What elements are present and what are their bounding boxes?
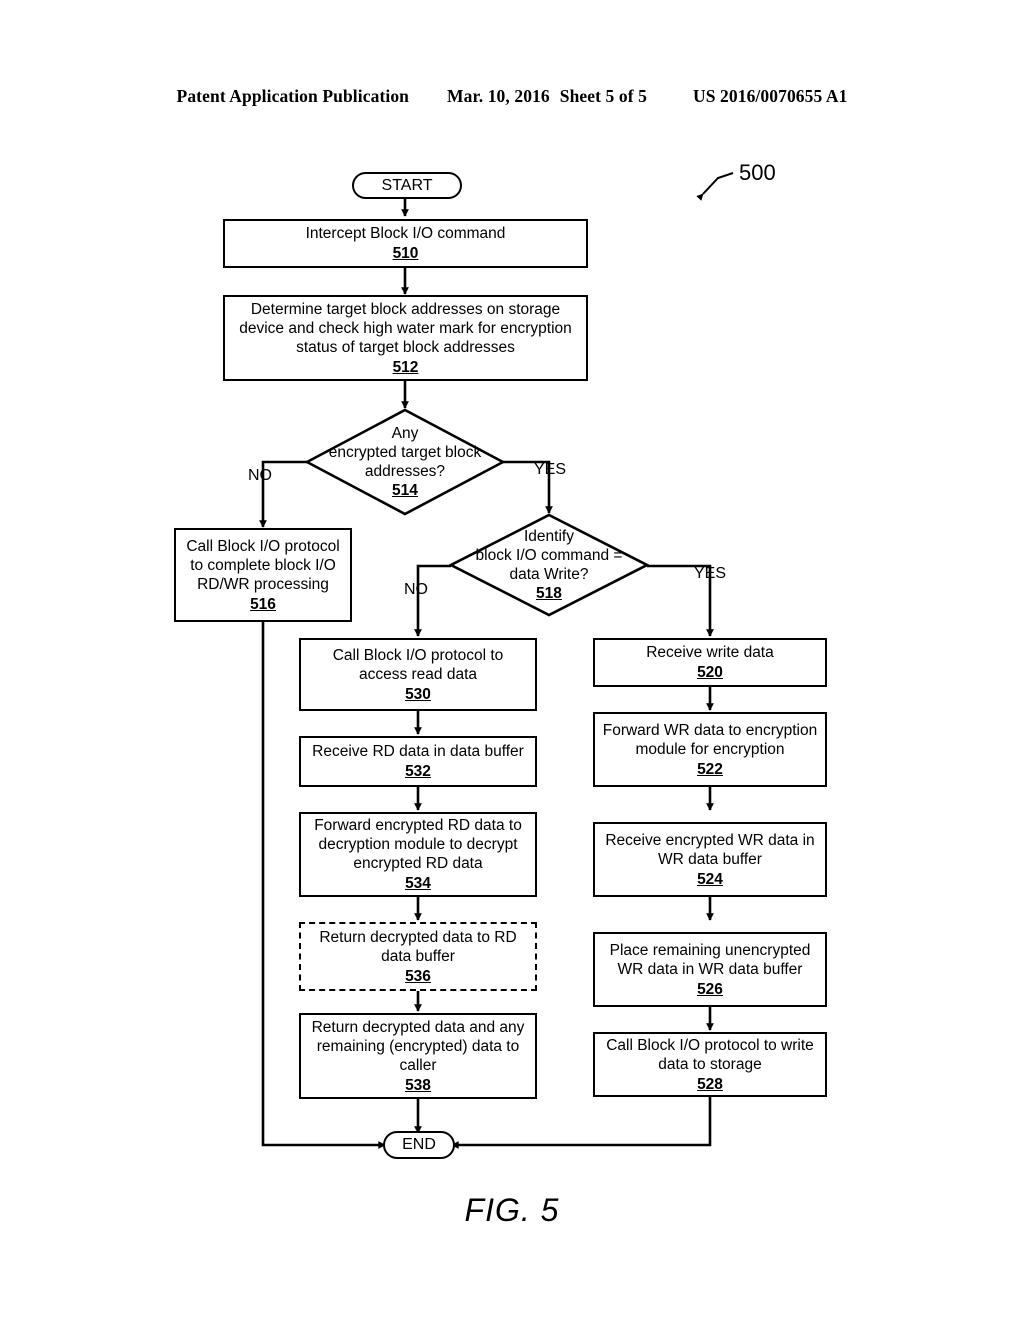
process-box-536-label: Return decrypted data to RD data buffer [319, 928, 517, 965]
process-box-526-ref: 526 [697, 980, 723, 998]
process-box-510-ref: 510 [392, 245, 419, 262]
decision-diamond-514: Any encrypted target block addresses? 51… [305, 408, 505, 516]
process-box-538: Return decrypted data and any remaining … [299, 1013, 537, 1099]
process-box-530-label: Call Block I/O protocol to access read d… [332, 646, 504, 683]
header-sheet: Sheet 5 of 5 [559, 86, 647, 106]
process-box-532: Receive RD data in data buffer 532 [299, 736, 537, 787]
process-box-534-label: Forward encrypted RD data to decryption … [314, 817, 522, 872]
process-box-522-ref: 522 [697, 760, 723, 778]
process-box-532-ref: 532 [405, 763, 431, 780]
process-box-522-label: Forward WR data to encryption module for… [602, 721, 818, 758]
process-box-528-ref: 528 [697, 1075, 723, 1093]
process-box-530: Call Block I/O protocol to access read d… [299, 638, 537, 711]
terminator-end: END [383, 1131, 455, 1159]
process-box-530-ref: 530 [405, 685, 431, 703]
terminator-start: START [352, 172, 462, 199]
branch-label-514-yes: YES [534, 461, 567, 478]
header-document-number: US 2016/0070655 A1 [692, 86, 848, 106]
process-box-512: Determine target block addresses on stor… [223, 295, 588, 381]
terminator-start-label: START [381, 176, 433, 194]
process-box-512-label: Determine target block addresses on stor… [239, 300, 572, 356]
process-box-528: Call Block I/O protocol to write data to… [593, 1032, 827, 1097]
process-box-520: Receive write data 520 [593, 638, 827, 687]
branch-label-514-no: NO [248, 467, 272, 484]
figure-reference-number: 500 [739, 160, 776, 185]
process-box-516: Call Block I/O protocol to complete bloc… [174, 528, 352, 622]
process-box-524-ref: 524 [697, 870, 723, 888]
decision-514-text: Any encrypted target block addresses? 51… [329, 405, 482, 519]
decision-514-label: Any encrypted target block addresses? [328, 425, 482, 480]
branch-label-518-yes: YES [694, 565, 727, 582]
process-box-516-label: Call Block I/O protocol to complete bloc… [186, 537, 340, 593]
process-box-534: Forward encrypted RD data to decryption … [299, 812, 537, 897]
process-box-524: Receive encrypted WR data in WR data buf… [593, 822, 827, 897]
process-box-526: Place remaining unencrypted WR data in W… [593, 932, 827, 1007]
process-box-534-ref: 534 [405, 875, 431, 892]
decision-518-ref: 518 [536, 585, 562, 602]
process-box-516-ref: 516 [250, 595, 276, 613]
terminator-end-label: END [402, 1136, 436, 1153]
decision-518-text: Identify block I/O command = data Write?… [476, 508, 623, 622]
process-box-538-ref: 538 [405, 1076, 431, 1094]
process-box-520-ref: 520 [697, 664, 723, 681]
process-box-524-label: Receive encrypted WR data in WR data buf… [605, 831, 815, 868]
decision-514-ref: 514 [392, 482, 418, 499]
process-box-522: Forward WR data to encryption module for… [593, 712, 827, 787]
process-box-526-label: Place remaining unencrypted WR data in W… [609, 941, 811, 978]
process-box-512-ref: 512 [392, 358, 419, 376]
decision-diamond-518: Identify block I/O command = data Write?… [449, 513, 649, 617]
process-box-538-label: Return decrypted data and any remaining … [311, 1018, 525, 1074]
decision-518-label: Identify block I/O command = data Write? [475, 528, 623, 583]
header-date: Mar. 10, 2016 [447, 86, 550, 106]
header-publication: Patent Application Publication [176, 86, 410, 106]
branch-label-518-no: NO [404, 581, 428, 598]
process-box-510-label: Intercept Block I/O command [305, 225, 506, 242]
process-box-532-label: Receive RD data in data buffer [312, 743, 524, 760]
process-box-520-label: Receive write data [646, 644, 774, 661]
process-box-536: Return decrypted data to RD data buffer … [299, 922, 537, 991]
process-box-536-ref: 536 [405, 967, 431, 985]
page-header: Patent Application Publication Mar. 10, 2… [0, 86, 1024, 107]
process-box-510: Intercept Block I/O command 510 [223, 219, 588, 268]
process-box-528-label: Call Block I/O protocol to write data to… [606, 1036, 814, 1073]
figure-caption: FIG. 5 [464, 1192, 560, 1228]
